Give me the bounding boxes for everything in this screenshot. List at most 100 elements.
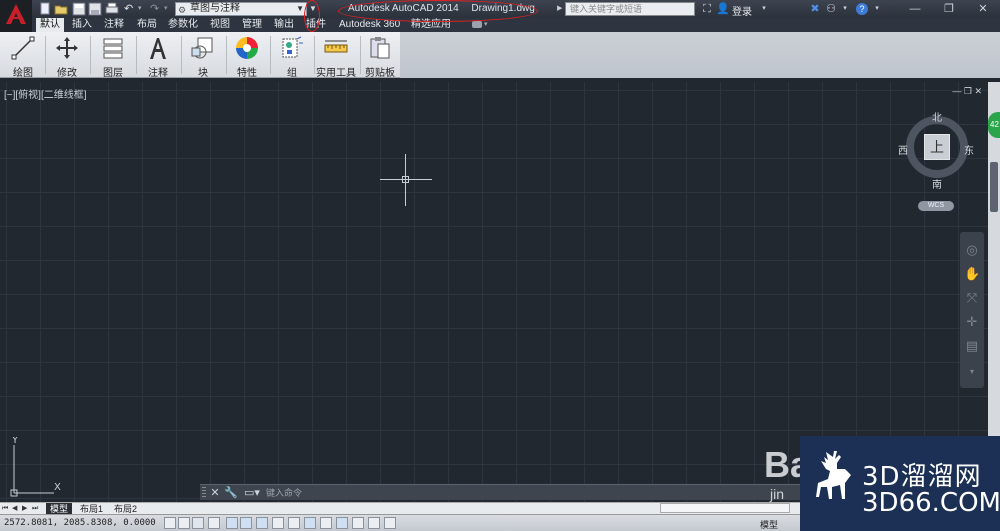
- redo-icon[interactable]: ↷: [150, 2, 164, 16]
- pan-hand-icon[interactable]: ✋: [964, 266, 980, 282]
- draw-panel-button[interactable]: 绘图: [4, 34, 42, 79]
- group-panel-button[interactable]: 组: [273, 34, 311, 79]
- qat-customize-button[interactable]: ▼: [308, 2, 318, 16]
- quick-properties-toggle[interactable]: [352, 517, 364, 529]
- customize-wrench-icon[interactable]: 🔧: [224, 486, 238, 500]
- close-icon[interactable]: ✕: [208, 486, 222, 500]
- tab-featured-apps[interactable]: 精选应用: [411, 18, 451, 32]
- notification-badge[interactable]: 42: [988, 112, 1000, 138]
- model-space-button[interactable]: 模型: [760, 518, 778, 531]
- last-layout-icon[interactable]: ⏭: [32, 504, 40, 514]
- annotation-monitor-toggle[interactable]: [384, 517, 396, 529]
- lineweight-toggle[interactable]: [320, 517, 332, 529]
- exchange-dropdown-icon[interactable]: ▾: [838, 2, 852, 16]
- block-panel-button[interactable]: 块: [184, 34, 222, 79]
- viewport-controls-label[interactable]: [−][俯视][二维线框]: [4, 86, 87, 101]
- nav-bar-menu-icon[interactable]: ▾: [964, 364, 980, 380]
- ducs-toggle[interactable]: [288, 517, 300, 529]
- otrack-toggle[interactable]: [272, 517, 284, 529]
- properties-panel-label: 特性: [237, 68, 257, 79]
- ribbon-empty-area: [400, 32, 1000, 78]
- layers-panel-button[interactable]: 图层: [94, 34, 132, 79]
- command-line-grip[interactable]: [202, 487, 206, 499]
- tab-insert[interactable]: 插入: [72, 18, 92, 32]
- polar-tracking-toggle[interactable]: [226, 517, 238, 529]
- open-folder-icon[interactable]: [54, 2, 68, 16]
- compass-west[interactable]: 西: [898, 142, 908, 157]
- utilities-panel-button[interactable]: 实用工具: [315, 34, 357, 79]
- vertical-scrollbar-thumb[interactable]: [990, 162, 998, 212]
- minimize-button[interactable]: —: [898, 0, 932, 18]
- compass-south[interactable]: 南: [932, 176, 942, 191]
- command-line: ✕ 🔧 ▭▾ 键入命令: [200, 484, 800, 500]
- save-as-icon[interactable]: [88, 2, 102, 16]
- infer-constraints-toggle[interactable]: [164, 517, 176, 529]
- compass-east[interactable]: 东: [964, 142, 974, 157]
- 3d-osnap-toggle[interactable]: [256, 517, 268, 529]
- viewport-window-controls[interactable]: — ❐ ✕: [952, 86, 982, 97]
- tab-view[interactable]: 视图: [210, 18, 230, 32]
- tab-layout[interactable]: 布局: [137, 18, 157, 32]
- ribbon-minimize-button[interactable]: [472, 21, 482, 28]
- wcs-menu-button[interactable]: WCS: [918, 201, 954, 211]
- binoculars-icon[interactable]: ⛶: [700, 2, 714, 16]
- ribbon-tab-bar: 默认 插入 注释 布局 参数化 视图 管理 输出 插件 Autodesk 360…: [0, 18, 1000, 32]
- object-snap-toggle[interactable]: [240, 517, 252, 529]
- tab-plugins[interactable]: 插件: [306, 18, 326, 32]
- previous-layout-icon[interactable]: ◀: [12, 504, 20, 514]
- draw-line-icon: [11, 36, 35, 60]
- new-file-icon[interactable]: [38, 2, 52, 16]
- horizontal-scrollbar[interactable]: [660, 503, 790, 513]
- block-icon: [191, 37, 213, 59]
- snap-mode-toggle[interactable]: [178, 517, 190, 529]
- help-center-icon[interactable]: ⚇: [824, 2, 838, 16]
- search-expand-icon[interactable]: ▶: [557, 2, 565, 16]
- command-input[interactable]: 键入命令: [266, 487, 796, 499]
- login-dropdown-icon[interactable]: ▾: [757, 2, 771, 16]
- file-name: Drawing1.dwg: [471, 3, 535, 14]
- close-button[interactable]: ✕: [966, 0, 1000, 18]
- tab-default[interactable]: 默认: [36, 18, 64, 32]
- modify-panel-button[interactable]: 修改: [48, 34, 86, 79]
- annotate-panel-button[interactable]: 注释: [139, 34, 177, 79]
- ucs-icon: Y X: [10, 437, 61, 497]
- showmotion-icon[interactable]: ▤: [964, 338, 980, 354]
- user-icon[interactable]: 👤: [716, 2, 730, 16]
- compass-north[interactable]: 北: [932, 109, 942, 124]
- viewcube-top-face[interactable]: 上: [924, 134, 950, 160]
- dynamic-input-toggle[interactable]: [304, 517, 316, 529]
- recent-commands-icon[interactable]: ▭▾: [242, 486, 262, 500]
- tab-parametric[interactable]: 参数化: [168, 18, 198, 32]
- tab-output[interactable]: 输出: [274, 18, 294, 32]
- ribbon-minimize-dropdown-icon[interactable]: ▾: [484, 18, 488, 32]
- transparency-toggle[interactable]: [336, 517, 348, 529]
- first-layout-icon[interactable]: ⏮: [2, 504, 10, 514]
- tab-annotate[interactable]: 注释: [104, 18, 124, 32]
- tab-manage[interactable]: 管理: [242, 18, 262, 32]
- print-icon[interactable]: [105, 2, 119, 16]
- save-icon[interactable]: [72, 2, 86, 16]
- ortho-mode-toggle[interactable]: [208, 517, 220, 529]
- next-layout-icon[interactable]: ▶: [22, 504, 30, 514]
- restore-button[interactable]: ❐: [932, 0, 966, 18]
- login-button[interactable]: 登录: [732, 3, 752, 18]
- steering-wheel-icon[interactable]: ◎: [964, 242, 980, 258]
- tab-autodesk-360[interactable]: Autodesk 360: [339, 18, 400, 32]
- search-input[interactable]: 键入关键字或短语: [565, 2, 695, 16]
- help-dropdown-icon[interactable]: ▾: [870, 2, 884, 16]
- application-menu-button[interactable]: [0, 0, 32, 32]
- grid-display-toggle[interactable]: [192, 517, 204, 529]
- undo-icon[interactable]: ↶: [124, 2, 138, 16]
- zoom-extents-icon[interactable]: ⤧: [964, 290, 980, 306]
- viewcube[interactable]: 上 北 南 东 西: [898, 109, 974, 191]
- properties-panel-button[interactable]: 特性: [228, 34, 266, 79]
- app-name: Autodesk AutoCAD 2014: [348, 3, 459, 14]
- workspace-select[interactable]: ⚙ 草图与注释 ▼: [175, 2, 307, 16]
- clipboard-panel-button[interactable]: 剪贴板: [362, 34, 398, 79]
- help-icon[interactable]: ?: [856, 3, 868, 15]
- exchange-apps-icon[interactable]: ✖: [808, 2, 822, 16]
- selection-cycling-toggle[interactable]: [368, 517, 380, 529]
- orbit-icon[interactable]: ✛: [964, 314, 980, 330]
- panel-divider: [45, 36, 46, 74]
- coordinates-readout[interactable]: 2572.8081, 2085.8308, 0.0000: [4, 518, 156, 528]
